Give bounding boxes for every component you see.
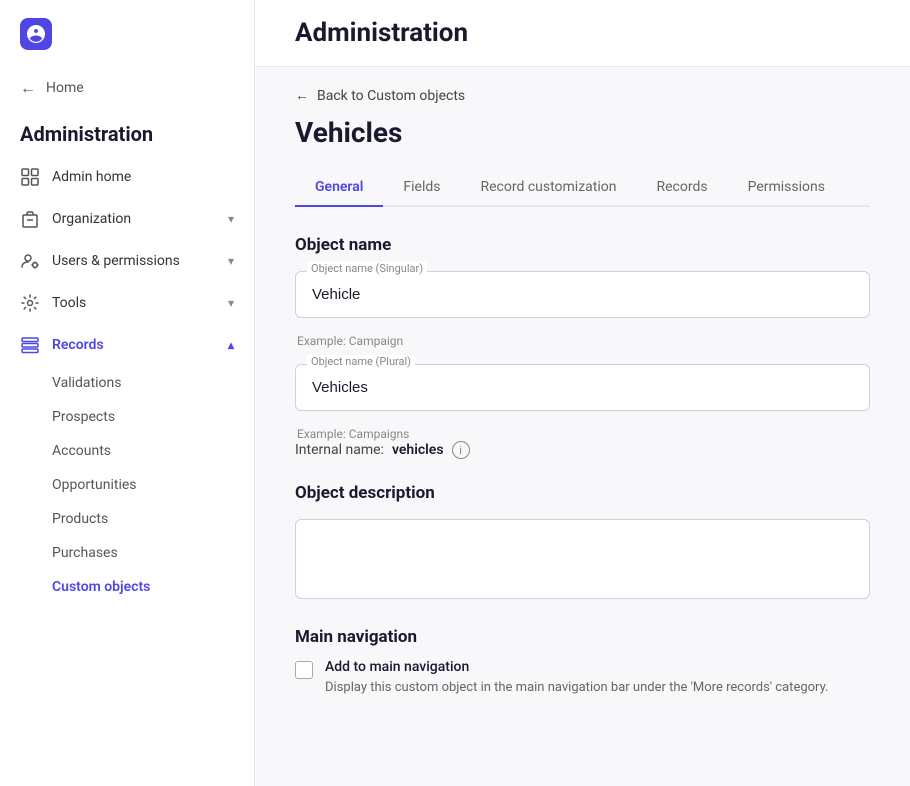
tab-general[interactable]: General xyxy=(295,169,383,207)
gear-icon xyxy=(20,293,40,313)
plural-input[interactable] xyxy=(295,364,870,411)
sidebar-item-admin-home[interactable]: Admin home xyxy=(0,156,254,198)
home-label: Home xyxy=(46,80,84,96)
home-nav[interactable]: ← Home xyxy=(0,68,254,108)
records-label: Records xyxy=(52,337,104,353)
sidebar-item-records[interactable]: Records ▴ xyxy=(0,324,254,366)
description-textarea[interactable] xyxy=(295,519,870,599)
plural-example: Example: Campaigns xyxy=(295,427,870,441)
tab-record-customization[interactable]: Record customization xyxy=(460,169,636,207)
building-icon xyxy=(20,209,40,229)
arrow-left-icon: ← xyxy=(20,78,36,98)
back-link[interactable]: ← Back to Custom objects xyxy=(295,67,870,116)
main-navigation-section: Main navigation Add to main navigation D… xyxy=(295,627,870,697)
page-title: Vehicles xyxy=(295,116,870,149)
main-navigation-section-title: Main navigation xyxy=(295,627,870,647)
tools-label: Tools xyxy=(52,295,86,311)
internal-name-value: vehicles xyxy=(392,442,444,458)
internal-name-label: Internal name: xyxy=(295,442,384,458)
add-to-nav-checkbox[interactable] xyxy=(295,661,313,679)
chevron-down-icon-2: ▾ xyxy=(228,254,234,268)
user-gear-icon xyxy=(20,251,40,271)
plural-name-field: Object name (Plural) xyxy=(295,364,870,411)
add-to-nav-row: Add to main navigation Display this cust… xyxy=(295,659,870,697)
subnav-accounts[interactable]: Accounts xyxy=(52,434,254,468)
add-to-nav-label: Add to main navigation xyxy=(325,659,828,675)
subnav-products[interactable]: Products xyxy=(52,502,254,536)
chevron-down-icon: ▾ xyxy=(228,212,234,226)
subnav-opportunities[interactable]: Opportunities xyxy=(52,468,254,502)
add-to-nav-desc: Display this custom object in the main n… xyxy=(325,679,828,697)
users-permissions-label: Users & permissions xyxy=(52,253,180,269)
object-name-section-title: Object name xyxy=(295,235,870,255)
tab-fields[interactable]: Fields xyxy=(383,169,460,207)
subnav-purchases[interactable]: Purchases xyxy=(52,536,254,570)
tabs: General Fields Record customization Reco… xyxy=(295,169,870,207)
list-icon xyxy=(20,335,40,355)
records-subnav: Validations Prospects Accounts Opportuni… xyxy=(0,366,254,604)
back-arrow-icon: ← xyxy=(295,87,309,104)
add-to-nav-label-group: Add to main navigation Display this cust… xyxy=(325,659,828,697)
chevron-down-icon-3: ▾ xyxy=(228,296,234,310)
info-icon[interactable]: i xyxy=(452,441,470,459)
singular-input[interactable] xyxy=(295,271,870,318)
admin-home-label: Admin home xyxy=(52,169,131,185)
main-area: Administration ← Back to Custom objects … xyxy=(255,0,910,786)
tab-records[interactable]: Records xyxy=(636,169,727,207)
subnav-prospects[interactable]: Prospects xyxy=(52,400,254,434)
object-description-section-title: Object description xyxy=(295,483,870,503)
grid-icon xyxy=(20,167,40,187)
sidebar: ← Home Administration Admin home Organiz… xyxy=(0,0,255,786)
subnav-custom-objects[interactable]: Custom objects xyxy=(52,570,254,604)
internal-name-row: Internal name: vehicles i xyxy=(295,441,870,459)
main-header: Administration xyxy=(255,0,910,67)
sidebar-section-title: Administration xyxy=(0,108,254,156)
logo xyxy=(0,0,254,68)
sidebar-item-organization[interactable]: Organization ▾ xyxy=(0,198,254,240)
singular-label: Object name (Singular) xyxy=(307,262,427,275)
subnav-validations[interactable]: Validations xyxy=(52,366,254,400)
tab-permissions[interactable]: Permissions xyxy=(728,169,845,207)
singular-example: Example: Campaign xyxy=(295,334,870,348)
sidebar-item-users-permissions[interactable]: Users & permissions ▾ xyxy=(0,240,254,282)
organization-label: Organization xyxy=(52,211,131,227)
singular-name-field: Object name (Singular) xyxy=(295,271,870,318)
sidebar-item-tools[interactable]: Tools ▾ xyxy=(0,282,254,324)
app-title: Administration xyxy=(295,18,870,48)
main-content: ← Back to Custom objects Vehicles Genera… xyxy=(255,67,910,786)
back-label: Back to Custom objects xyxy=(317,88,465,104)
chevron-up-icon: ▴ xyxy=(228,338,234,352)
plural-label: Object name (Plural) xyxy=(307,355,415,368)
